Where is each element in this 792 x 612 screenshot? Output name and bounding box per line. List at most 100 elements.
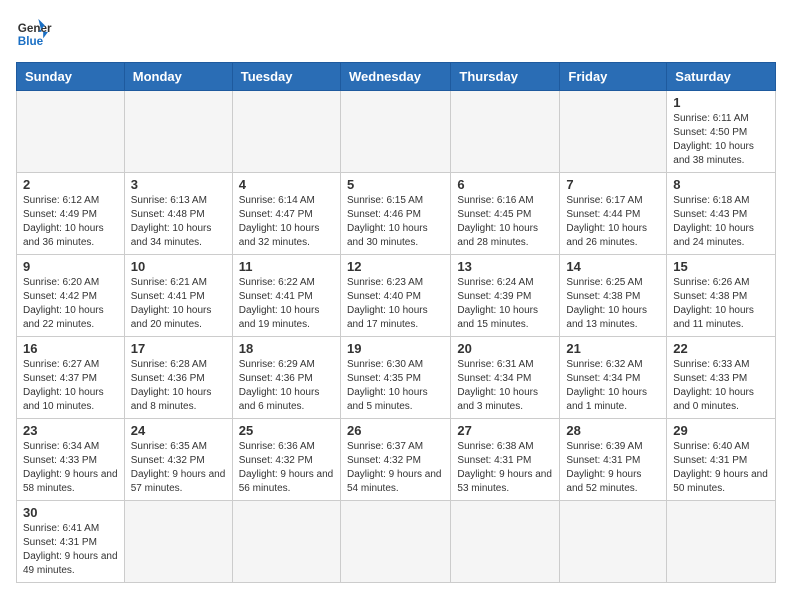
calendar-cell	[340, 91, 450, 173]
day-number: 11	[239, 259, 334, 274]
calendar-cell: 19 Sunrise: 6:30 AM Sunset: 4:35 PM Dayli…	[340, 337, 450, 419]
weekday-header-sunday: Sunday	[17, 63, 125, 91]
calendar-cell: 20Sunrise: 6:31 AM Sunset: 4:34 PM Dayli…	[451, 337, 560, 419]
calendar-cell	[451, 501, 560, 583]
calendar-cell: 21Sunrise: 6:32 AM Sunset: 4:34 PM Dayli…	[560, 337, 667, 419]
day-number: 19	[347, 341, 444, 356]
calendar-cell: 6 Sunrise: 6:16 AM Sunset: 4:45 PM Daylig…	[451, 173, 560, 255]
calendar-cell: 14 Sunrise: 6:25 AM Sunset: 4:38 PM Dayli…	[560, 255, 667, 337]
day-number: 12	[347, 259, 444, 274]
calendar-cell: 11 Sunrise: 6:22 AM Sunset: 4:41 PM Dayli…	[232, 255, 340, 337]
calendar-cell: 15 Sunrise: 6:26 AM Sunset: 4:38 PM Dayli…	[667, 255, 776, 337]
day-info: Sunrise: 6:33 AM Sunset: 4:33 PM Dayligh…	[673, 358, 769, 414]
calendar-cell	[124, 501, 232, 583]
calendar-cell: 22 Sunrise: 6:33 AM Sunset: 4:33 PM Dayli…	[667, 337, 776, 419]
calendar-cell: 12 Sunrise: 6:23 AM Sunset: 4:40 PM Dayli…	[340, 255, 450, 337]
day-number: 18	[239, 341, 334, 356]
day-number: 7	[566, 177, 660, 192]
day-number: 9	[23, 259, 118, 274]
calendar-row: 9 Sunrise: 6:20 AM Sunset: 4:42 PM Daylig…	[17, 255, 776, 337]
day-number: 25	[239, 423, 334, 438]
weekday-header-wednesday: Wednesday	[340, 63, 450, 91]
calendar-cell: 24Sunrise: 6:35 AM Sunset: 4:32 PM Dayli…	[124, 419, 232, 501]
calendar-cell	[17, 91, 125, 173]
day-number: 27	[457, 423, 553, 438]
day-info: Sunrise: 6:38 AM Sunset: 4:31 PM Dayligh…	[457, 440, 553, 496]
day-info: Sunrise: 6:18 AM Sunset: 4:43 PM Dayligh…	[673, 194, 769, 250]
day-info: Sunrise: 6:39 AM Sunset: 4:31 PM Dayligh…	[566, 440, 660, 496]
calendar-cell: 17 Sunrise: 6:28 AM Sunset: 4:36 PM Dayli…	[124, 337, 232, 419]
day-number: 24	[131, 423, 226, 438]
day-info: Sunrise: 6:26 AM Sunset: 4:38 PM Dayligh…	[673, 276, 769, 332]
day-info: Sunrise: 6:29 AM Sunset: 4:36 PM Dayligh…	[239, 358, 334, 414]
weekday-header-thursday: Thursday	[451, 63, 560, 91]
day-number: 10	[131, 259, 226, 274]
calendar-cell: 9 Sunrise: 6:20 AM Sunset: 4:42 PM Daylig…	[17, 255, 125, 337]
calendar-cell	[340, 501, 450, 583]
day-number: 30	[23, 505, 118, 520]
calendar-cell: 4Sunrise: 6:14 AM Sunset: 4:47 PM Daylig…	[232, 173, 340, 255]
calendar-cell: 16 Sunrise: 6:27 AM Sunset: 4:37 PM Dayli…	[17, 337, 125, 419]
day-info: Sunrise: 6:36 AM Sunset: 4:32 PM Dayligh…	[239, 440, 334, 496]
weekday-header-friday: Friday	[560, 63, 667, 91]
day-number: 26	[347, 423, 444, 438]
calendar-cell	[667, 501, 776, 583]
day-info: Sunrise: 6:17 AM Sunset: 4:44 PM Dayligh…	[566, 194, 660, 250]
day-info: Sunrise: 6:27 AM Sunset: 4:37 PM Dayligh…	[23, 358, 118, 414]
calendar-cell	[451, 91, 560, 173]
day-info: Sunrise: 6:32 AM Sunset: 4:34 PM Dayligh…	[566, 358, 660, 414]
day-number: 4	[239, 177, 334, 192]
weekday-header-row: SundayMondayTuesdayWednesdayThursdayFrid…	[17, 63, 776, 91]
day-info: Sunrise: 6:15 AM Sunset: 4:46 PM Dayligh…	[347, 194, 444, 250]
svg-text:Blue: Blue	[18, 35, 44, 48]
weekday-header-monday: Monday	[124, 63, 232, 91]
calendar-cell	[560, 91, 667, 173]
day-info: Sunrise: 6:11 AM Sunset: 4:50 PM Dayligh…	[673, 112, 769, 168]
day-number: 16	[23, 341, 118, 356]
header: General Blue	[16, 16, 776, 52]
logo: General Blue	[16, 16, 56, 52]
calendar-cell	[232, 501, 340, 583]
day-number: 22	[673, 341, 769, 356]
day-info: Sunrise: 6:16 AM Sunset: 4:45 PM Dayligh…	[457, 194, 553, 250]
calendar-cell: 8 Sunrise: 6:18 AM Sunset: 4:43 PM Daylig…	[667, 173, 776, 255]
day-number: 5	[347, 177, 444, 192]
calendar-cell: 25 Sunrise: 6:36 AM Sunset: 4:32 PM Dayli…	[232, 419, 340, 501]
calendar-row: 16 Sunrise: 6:27 AM Sunset: 4:37 PM Dayli…	[17, 337, 776, 419]
day-info: Sunrise: 6:28 AM Sunset: 4:36 PM Dayligh…	[131, 358, 226, 414]
day-number: 17	[131, 341, 226, 356]
calendar-cell: 13Sunrise: 6:24 AM Sunset: 4:39 PM Dayli…	[451, 255, 560, 337]
weekday-header-tuesday: Tuesday	[232, 63, 340, 91]
calendar-cell	[560, 501, 667, 583]
day-info: Sunrise: 6:41 AM Sunset: 4:31 PM Dayligh…	[23, 522, 118, 578]
calendar-cell: 23Sunrise: 6:34 AM Sunset: 4:33 PM Dayli…	[17, 419, 125, 501]
day-info: Sunrise: 6:23 AM Sunset: 4:40 PM Dayligh…	[347, 276, 444, 332]
calendar-cell: 26Sunrise: 6:37 AM Sunset: 4:32 PM Dayli…	[340, 419, 450, 501]
day-number: 8	[673, 177, 769, 192]
day-number: 2	[23, 177, 118, 192]
day-number: 6	[457, 177, 553, 192]
logo-icon: General Blue	[16, 16, 52, 52]
day-info: Sunrise: 6:40 AM Sunset: 4:31 PM Dayligh…	[673, 440, 769, 496]
day-info: Sunrise: 6:34 AM Sunset: 4:33 PM Dayligh…	[23, 440, 118, 496]
day-number: 3	[131, 177, 226, 192]
day-number: 15	[673, 259, 769, 274]
calendar-cell: 5 Sunrise: 6:15 AM Sunset: 4:46 PM Daylig…	[340, 173, 450, 255]
calendar-row: 1 Sunrise: 6:11 AM Sunset: 4:50 PM Daylig…	[17, 91, 776, 173]
calendar-cell: 1 Sunrise: 6:11 AM Sunset: 4:50 PM Daylig…	[667, 91, 776, 173]
calendar-cell: 7 Sunrise: 6:17 AM Sunset: 4:44 PM Daylig…	[560, 173, 667, 255]
day-number: 1	[673, 95, 769, 110]
calendar-cell: 3Sunrise: 6:13 AM Sunset: 4:48 PM Daylig…	[124, 173, 232, 255]
calendar-cell: 18 Sunrise: 6:29 AM Sunset: 4:36 PM Dayli…	[232, 337, 340, 419]
calendar-cell: 29Sunrise: 6:40 AM Sunset: 4:31 PM Dayli…	[667, 419, 776, 501]
weekday-header-saturday: Saturday	[667, 63, 776, 91]
day-number: 14	[566, 259, 660, 274]
day-info: Sunrise: 6:21 AM Sunset: 4:41 PM Dayligh…	[131, 276, 226, 332]
day-number: 13	[457, 259, 553, 274]
day-info: Sunrise: 6:20 AM Sunset: 4:42 PM Dayligh…	[23, 276, 118, 332]
day-info: Sunrise: 6:22 AM Sunset: 4:41 PM Dayligh…	[239, 276, 334, 332]
day-info: Sunrise: 6:25 AM Sunset: 4:38 PM Dayligh…	[566, 276, 660, 332]
day-info: Sunrise: 6:30 AM Sunset: 4:35 PM Dayligh…	[347, 358, 444, 414]
calendar-table: SundayMondayTuesdayWednesdayThursdayFrid…	[16, 62, 776, 583]
calendar-row: 2Sunrise: 6:12 AM Sunset: 4:49 PM Daylig…	[17, 173, 776, 255]
